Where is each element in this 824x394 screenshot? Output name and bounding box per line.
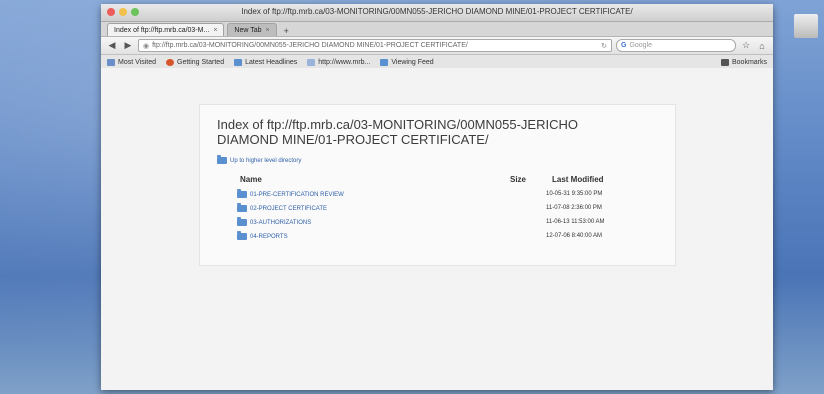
bookmark-label: http://www.mrb... bbox=[318, 58, 371, 66]
folder-icon bbox=[237, 189, 247, 198]
feed-icon bbox=[380, 58, 389, 66]
tab-label: New Tab bbox=[234, 26, 262, 34]
folder-link[interactable]: 03-AUTHORIZATIONS bbox=[237, 217, 312, 226]
table-row: 04-REPORTS 12-07-06 8:40:00 AM bbox=[237, 231, 655, 245]
title-bar: Index of ftp://ftp.mrb.ca/03-MONITORING/… bbox=[101, 4, 773, 22]
folder-link[interactable]: 01-PRE-CERTIFICATION REVIEW bbox=[237, 189, 344, 198]
tab-index[interactable]: Index of ftp://ftp.mrb.ca/03-M... × bbox=[107, 23, 225, 36]
bookmark-latest-headlines[interactable]: Latest Headlines bbox=[234, 58, 298, 66]
desktop-drive[interactable] bbox=[790, 14, 822, 38]
bookmark-label: Getting Started bbox=[177, 58, 225, 66]
folder-link[interactable]: 04-REPORTS bbox=[237, 231, 288, 240]
bookmark-label: Viewing Feed bbox=[391, 58, 434, 66]
close-tab-icon[interactable]: × bbox=[213, 27, 217, 34]
back-icon[interactable]: ◀ bbox=[106, 40, 118, 51]
up-directory-label: Up to higher level directory bbox=[230, 157, 302, 164]
google-icon: G bbox=[621, 42, 627, 49]
search-placeholder: Google bbox=[629, 42, 653, 49]
folder-up-icon bbox=[217, 155, 227, 164]
directory-listing: Index of ftp://ftp.mrb.ca/03-MONITORING/… bbox=[199, 104, 676, 266]
rss-icon bbox=[234, 58, 243, 66]
folder-name: 03-AUTHORIZATIONS bbox=[250, 219, 312, 226]
bookmark-mrb[interactable]: http://www.mrb... bbox=[307, 58, 371, 66]
folder-name: 04-REPORTS bbox=[250, 233, 288, 240]
bookmarks-menu-label: Bookmarks bbox=[731, 58, 767, 66]
tab-bar: Index of ftp://ftp.mrb.ca/03-M... × New … bbox=[101, 22, 773, 37]
firefox-icon bbox=[166, 58, 174, 66]
bookmark-viewing-feed[interactable]: Viewing Feed bbox=[380, 58, 434, 66]
folder-name: 02-PROJECT CERTIFICATE bbox=[250, 205, 328, 212]
search-box[interactable]: G Google bbox=[616, 39, 736, 52]
hard-drive-icon bbox=[794, 14, 818, 38]
column-name[interactable]: Name bbox=[240, 175, 262, 184]
star-icon bbox=[107, 58, 115, 66]
table-row: 03-AUTHORIZATIONS 11-06-13 11:53:00 AM bbox=[237, 217, 655, 231]
new-tab-button[interactable]: + bbox=[280, 26, 293, 36]
table-row: 02-PROJECT CERTIFICATE 11-07-08 2:36:00 … bbox=[237, 203, 655, 217]
url-text: ftp://ftp.mrb.ca/03-MONITORING/00MN055-J… bbox=[152, 42, 468, 49]
forward-icon[interactable]: ▶ bbox=[122, 40, 134, 51]
up-directory-link[interactable]: Up to higher level directory bbox=[217, 155, 302, 164]
modified-date: 10-05-31 9:35:00 PM bbox=[546, 191, 603, 197]
bookmark-label: Most Visited bbox=[118, 58, 156, 66]
tab-new[interactable]: New Tab × bbox=[227, 23, 277, 36]
bookmark-most-visited[interactable]: Most Visited bbox=[107, 58, 156, 66]
modified-date: 12-07-06 8:40:00 AM bbox=[546, 233, 603, 239]
column-last-modified[interactable]: Last Modified bbox=[552, 175, 604, 184]
tab-label: Index of ftp://ftp.mrb.ca/03-M... bbox=[114, 26, 210, 34]
modified-date: 11-07-08 2:36:00 PM bbox=[546, 205, 602, 211]
home-icon[interactable]: ⌂ bbox=[756, 41, 768, 51]
folder-icon bbox=[237, 231, 247, 240]
column-size[interactable]: Size bbox=[510, 175, 526, 184]
bookmarks-menu[interactable]: Bookmarks bbox=[720, 58, 767, 66]
page-content: Index of ftp://ftp.mrb.ca/03-MONITORING/… bbox=[101, 68, 773, 390]
ftp-icon: ◉ bbox=[143, 42, 150, 50]
reload-icon[interactable]: ↻ bbox=[601, 42, 607, 50]
bookmark-getting-started[interactable]: Getting Started bbox=[166, 58, 225, 66]
page-icon bbox=[307, 58, 316, 66]
folder-name: 01-PRE-CERTIFICATION REVIEW bbox=[250, 191, 344, 198]
table-header: Name Size Last Modified bbox=[240, 175, 655, 185]
bookmark-label: Latest Headlines bbox=[245, 58, 298, 66]
browser-window: Index of ftp://ftp.mrb.ca/03-MONITORING/… bbox=[101, 4, 773, 390]
folder-icon bbox=[237, 203, 247, 212]
navigation-toolbar: ◀ ▶ ◉ ftp://ftp.mrb.ca/03-MONITORING/00M… bbox=[101, 37, 773, 55]
url-bar[interactable]: ◉ ftp://ftp.mrb.ca/03-MONITORING/00MN055… bbox=[138, 39, 612, 52]
folder-link[interactable]: 02-PROJECT CERTIFICATE bbox=[237, 203, 328, 212]
bookmark-star-icon[interactable]: ☆ bbox=[740, 40, 752, 51]
close-tab-icon[interactable]: × bbox=[266, 27, 270, 34]
modified-date: 11-06-13 11:53:00 AM bbox=[546, 219, 605, 225]
table-row: 01-PRE-CERTIFICATION REVIEW 10-05-31 9:3… bbox=[237, 189, 655, 203]
folder-icon bbox=[237, 217, 247, 226]
page-title: Index of ftp://ftp.mrb.ca/03-MONITORING/… bbox=[217, 117, 578, 147]
window-title: Index of ftp://ftp.mrb.ca/03-MONITORING/… bbox=[241, 7, 633, 16]
bookmarks-icon bbox=[720, 58, 729, 66]
